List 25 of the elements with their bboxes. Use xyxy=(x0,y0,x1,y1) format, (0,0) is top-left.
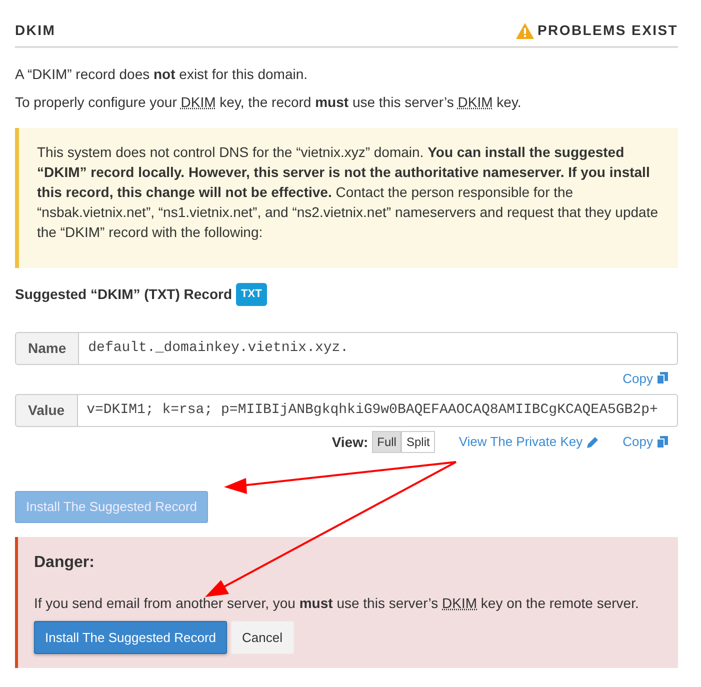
field-label: Value xyxy=(15,394,78,427)
view-label: View: xyxy=(332,432,368,452)
record-heading: Suggested “DKIM” (TXT) Record xyxy=(15,284,232,304)
status-text: PROBLEMS EXIST xyxy=(538,21,678,40)
text-field[interactable]: default._domainkey.vietnix.xyz. xyxy=(79,332,678,364)
paragraph: To properly configure your DKIM key, the record must use this server’s DKIM key. xyxy=(15,93,522,112)
view-toggle[interactable]: Split xyxy=(401,431,435,453)
view-toggle[interactable]: Full xyxy=(372,431,402,453)
text-field[interactable]: v=DKIM1; k=rsa; p=MIIBIjANBgkqhkiG9w0BAQEFAAOCAQ8AMIIBCgKCAQEA5GB2p+ xyxy=(78,394,678,427)
record-type-badge: TXT xyxy=(236,283,267,306)
alert-title: Danger: xyxy=(34,552,96,572)
copy-icon xyxy=(657,372,668,384)
warning-message: This system does not control DNS for the “vietnix.xyz” domain. You can install the suggested “DKIM” record locally. However, this server is not the authoritative nameserver. If you install this record, this change will not be effective. Contact the person responsible for the “nsbak.vietnix.net”, “ns1.vietnix.net”, and “ns2.vietnix.net” nameservers and request that they update the “DKIM” record with the following: xyxy=(37,143,659,242)
private-key-link[interactable]: View The Private Key xyxy=(458,432,599,452)
copy-link[interactable]: Copy xyxy=(622,368,668,388)
danger-message: If you send email from another server, you must use this server’s DKIM key on the remote server. xyxy=(34,594,640,612)
paragraph: A “DKIM” record does not exist for this domain. xyxy=(15,65,309,84)
section-title: DKIM xyxy=(15,21,56,40)
cancel-button[interactable]: Cancel xyxy=(231,620,294,654)
copy-icon xyxy=(657,436,668,448)
warning-icon xyxy=(516,22,534,38)
copy-link[interactable]: Copy xyxy=(622,432,668,452)
field-label: Name xyxy=(15,332,80,364)
pencil-icon xyxy=(586,436,599,448)
install-button[interactable]: Install The Suggested Record xyxy=(34,620,228,654)
